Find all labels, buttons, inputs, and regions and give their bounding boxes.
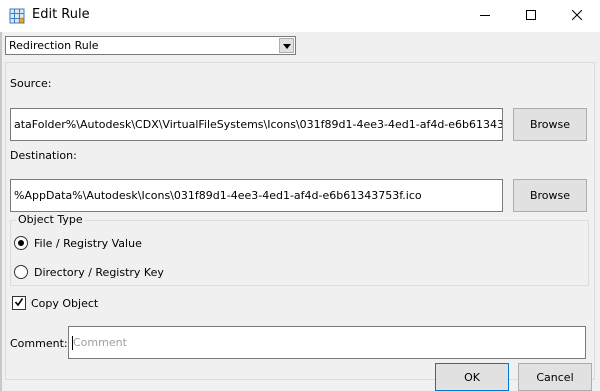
radio-directory-registry-key[interactable]: Directory / Registry Key [14, 265, 164, 279]
minimize-icon [480, 10, 490, 23]
copy-object-checkbox[interactable]: Copy Object [12, 296, 98, 310]
radio-label: File / Registry Value [34, 236, 142, 250]
destination-browse-button[interactable]: Browse [513, 179, 587, 212]
source-label: Source: [10, 77, 52, 90]
comment-placeholder: Comment [73, 336, 127, 349]
rule-type-dropdown[interactable]: Redirection Rule [5, 36, 296, 55]
ok-button[interactable]: OK [435, 363, 509, 391]
radio-label: Directory / Registry Key [34, 265, 164, 279]
close-icon [571, 9, 583, 23]
source-browse-button[interactable]: Browse [513, 108, 587, 141]
title-bar: Edit Rule [0, 0, 600, 32]
check-icon [14, 297, 24, 310]
close-button[interactable] [554, 0, 600, 32]
dropdown-button[interactable] [279, 38, 294, 53]
destination-label: Destination: [10, 149, 77, 162]
radio-button-selected[interactable] [14, 236, 28, 250]
radio-file-registry-value[interactable]: File / Registry Value [14, 236, 142, 250]
minimize-button[interactable] [462, 0, 508, 32]
comment-label: Comment: [10, 337, 68, 350]
maximize-icon [526, 9, 536, 23]
window-title: Edit Rule [32, 7, 90, 22]
comment-input[interactable]: Comment [68, 326, 586, 359]
object-type-legend: Object Type [16, 213, 85, 226]
rule-type-value: Redirection Rule [9, 39, 99, 52]
copy-object-label: Copy Object [31, 296, 99, 310]
window-edge [0, 32, 2, 391]
app-grid-icon [9, 8, 25, 24]
destination-field[interactable]: %AppData%\Autodesk\Icons\031f89d1-4ee3-4… [10, 179, 503, 212]
radio-dot [18, 240, 24, 246]
checkbox[interactable] [12, 296, 26, 310]
source-field[interactable]: ataFolder%\Autodesk\CDX\VirtualFileSyste… [10, 108, 503, 141]
radio-button[interactable] [14, 265, 28, 279]
maximize-button[interactable] [508, 0, 554, 32]
cancel-button[interactable]: Cancel [518, 363, 592, 391]
chevron-down-icon [282, 39, 291, 52]
